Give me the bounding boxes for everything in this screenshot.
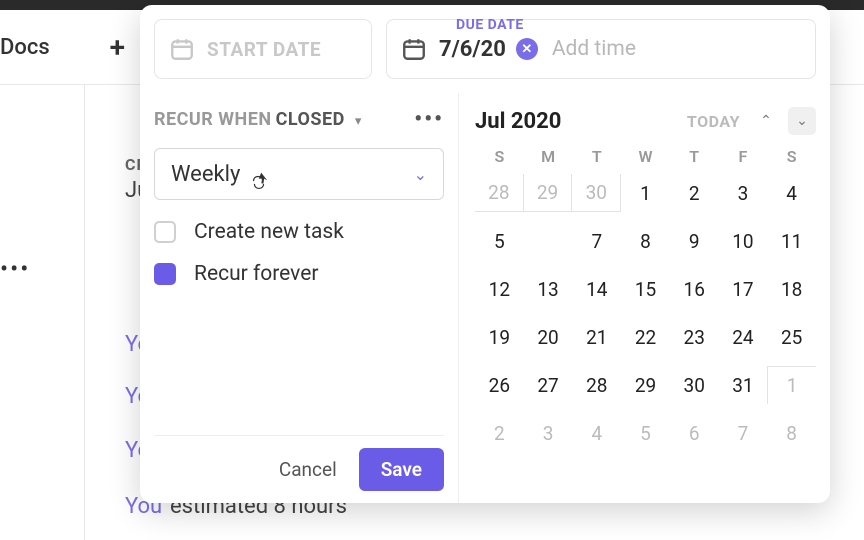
calendar-day[interactable]: 30	[670, 366, 719, 404]
due-date-wrapper: DUE DATE 7/6/20 ✕ Add time	[386, 19, 816, 79]
calendar-day[interactable]: 6	[524, 222, 573, 260]
calendar-day[interactable]: 4	[572, 414, 621, 452]
day-of-week-row: SMTWTFS	[475, 147, 816, 166]
calendar-day[interactable]: 28	[475, 174, 524, 212]
calendar-day[interactable]: 27	[524, 366, 573, 404]
calendar-day[interactable]: 3	[524, 414, 573, 452]
calendar-day[interactable]: 2	[670, 174, 719, 212]
save-button[interactable]: Save	[359, 448, 444, 491]
calendar-pane: Jul 2020 TODAY ⌃ ⌄ SMTWTFS 2829301234567…	[458, 93, 830, 503]
calendar-day[interactable]: 16	[670, 270, 719, 308]
next-month-button[interactable]: ⌄	[788, 107, 816, 135]
chevron-down-icon: ▾	[355, 114, 362, 129]
checkbox-icon[interactable]	[154, 221, 176, 243]
calendar-day[interactable]: 5	[621, 414, 670, 452]
day-of-week: S	[767, 147, 816, 166]
calendar-day[interactable]: 14	[572, 270, 621, 308]
day-of-week: T	[670, 147, 719, 166]
calendar-header: Jul 2020 TODAY ⌃ ⌄	[475, 107, 816, 135]
calendar-day[interactable]: 15	[621, 270, 670, 308]
start-date-input[interactable]: START DATE	[154, 19, 372, 79]
cursor-icon	[248, 171, 270, 193]
calendar-day[interactable]: 1	[621, 174, 670, 212]
calendar-day[interactable]: 30	[572, 174, 621, 212]
day-of-week: W	[621, 147, 670, 166]
recur-status-dropdown[interactable]: RECUR WHEN CLOSED ▾	[154, 109, 361, 130]
checkbox-icon[interactable]	[154, 263, 176, 285]
calendar-day[interactable]: 25	[767, 318, 816, 356]
calendar-day[interactable]: 9	[670, 222, 719, 260]
create-new-task-option[interactable]: Create new task	[154, 220, 444, 244]
today-button[interactable]: TODAY	[687, 112, 740, 131]
calendar-day[interactable]: 22	[621, 318, 670, 356]
calendar-day[interactable]: 28	[572, 366, 621, 404]
cancel-button[interactable]: Cancel	[261, 448, 355, 491]
calendar-day[interactable]: 18	[767, 270, 816, 308]
more-options-icon[interactable]: •••	[414, 107, 444, 132]
day-of-week: S	[475, 147, 524, 166]
recur-status: CLOSED	[276, 109, 345, 130]
recur-header: RECUR WHEN CLOSED ▾ •••	[154, 107, 444, 132]
more-icon[interactable]: •••	[0, 255, 30, 283]
calendar-day[interactable]: 19	[475, 318, 524, 356]
frequency-value: Weekly	[171, 162, 240, 187]
calendar-day[interactable]: 4	[767, 174, 816, 212]
bg-sidebar: •••	[0, 85, 85, 540]
recur-when-label: RECUR WHEN	[154, 109, 272, 130]
calendar-day[interactable]: 8	[767, 414, 816, 452]
docs-tab[interactable]: Docs	[0, 35, 50, 60]
recur-forever-option[interactable]: Recur forever	[154, 262, 444, 286]
calendar-icon	[401, 36, 427, 62]
calendar-day[interactable]: 2	[475, 414, 524, 452]
calendar-day[interactable]: 26	[475, 366, 524, 404]
calendar-day[interactable]: 5	[475, 222, 524, 260]
date-picker-modal: START DATE DUE DATE 7/6/20 ✕ Add time RE…	[140, 5, 830, 503]
create-new-task-label: Create new task	[194, 220, 344, 244]
calendar-grid: 2829301234567891011121314151617181920212…	[475, 174, 816, 452]
calendar-day[interactable]: 8	[621, 222, 670, 260]
add-time-button[interactable]: Add time	[552, 37, 636, 61]
calendar-day[interactable]: 29	[524, 174, 573, 212]
calendar-day[interactable]: 20	[524, 318, 573, 356]
due-date-label: DUE DATE	[456, 17, 524, 33]
calendar-day[interactable]: 31	[719, 366, 768, 404]
start-date-placeholder: START DATE	[207, 38, 321, 61]
calendar-day[interactable]: 23	[670, 318, 719, 356]
month-title: Jul 2020	[475, 109, 561, 134]
calendar-day[interactable]: 1	[767, 366, 816, 404]
calendar-day[interactable]: 6	[670, 414, 719, 452]
due-date-input[interactable]: 7/6/20 ✕ Add time	[386, 19, 816, 79]
prev-month-button[interactable]: ⌃	[752, 107, 780, 135]
calendar-icon	[169, 36, 195, 62]
recur-pane: RECUR WHEN CLOSED ▾ ••• Weekly ⌄ Create …	[140, 93, 458, 503]
chevron-down-icon: ⌄	[414, 165, 427, 184]
modal-footer: Cancel Save	[154, 435, 444, 491]
calendar-day[interactable]: 7	[719, 414, 768, 452]
calendar-day[interactable]: 17	[719, 270, 768, 308]
due-date-value: 7/6/20	[439, 37, 506, 62]
calendar-day[interactable]: 10	[719, 222, 768, 260]
clear-due-date-icon[interactable]: ✕	[516, 38, 538, 60]
day-of-week: F	[719, 147, 768, 166]
calendar-day[interactable]: 3	[719, 174, 768, 212]
recur-forever-label: Recur forever	[194, 262, 318, 286]
day-of-week: T	[572, 147, 621, 166]
add-icon[interactable]: +	[110, 31, 125, 64]
calendar-day[interactable]: 21	[572, 318, 621, 356]
calendar-day[interactable]: 11	[767, 222, 816, 260]
day-of-week: M	[524, 147, 573, 166]
calendar-day[interactable]: 24	[719, 318, 768, 356]
calendar-day[interactable]: 13	[524, 270, 573, 308]
calendar-day[interactable]: 12	[475, 270, 524, 308]
frequency-select[interactable]: Weekly ⌄	[154, 148, 444, 200]
modal-body: RECUR WHEN CLOSED ▾ ••• Weekly ⌄ Create …	[140, 93, 830, 503]
date-row: START DATE DUE DATE 7/6/20 ✕ Add time	[140, 5, 830, 93]
calendar-day[interactable]: 29	[621, 366, 670, 404]
calendar-nav: TODAY ⌃ ⌄	[687, 107, 816, 135]
calendar-day[interactable]: 7	[572, 222, 621, 260]
